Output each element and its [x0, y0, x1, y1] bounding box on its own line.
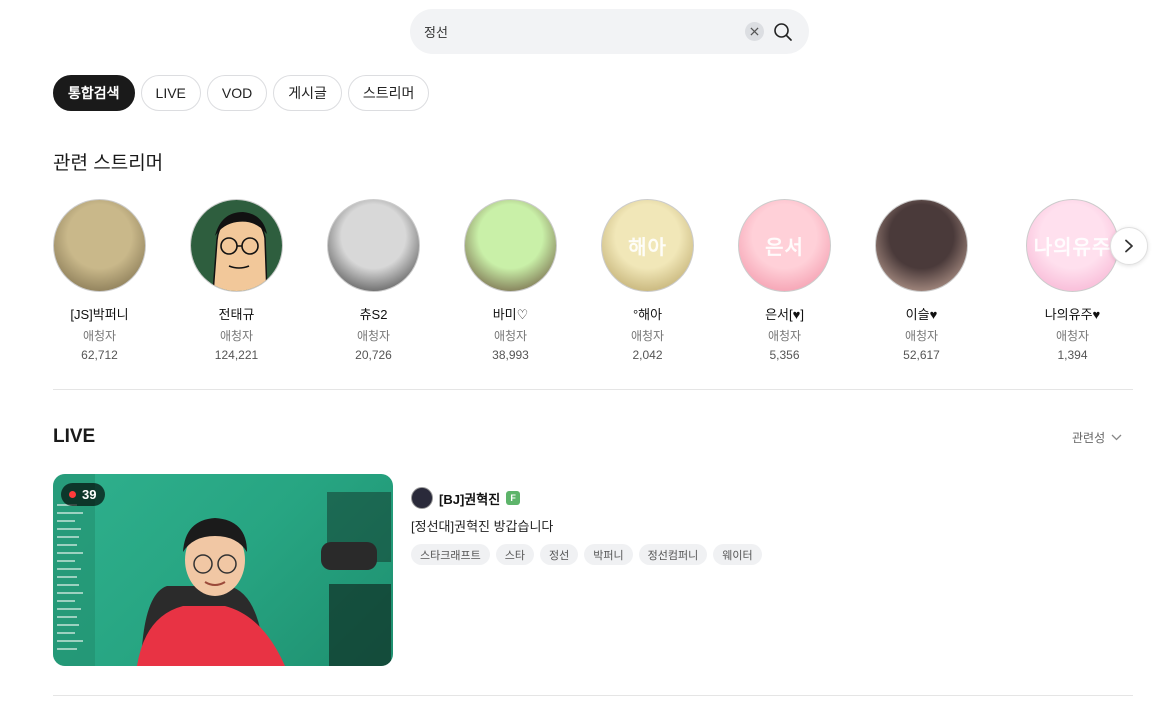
sort-label: 관련성 [1072, 431, 1106, 445]
streamer-card[interactable]: 바미♡ 애청자 38,993 [442, 199, 579, 362]
streamer-card[interactable]: 츄S2 애청자 20,726 [305, 199, 442, 362]
channel-avatar [411, 487, 433, 509]
search-bar [410, 9, 809, 54]
avatar: 은서 [738, 199, 831, 292]
streamer-fan-label: 애청자 [82, 329, 117, 343]
avatar [53, 199, 146, 292]
tab-vod[interactable]: VOD [206, 75, 268, 111]
streamer-card[interactable]: 이슬♥ 애청자 52,617 [853, 199, 990, 362]
tab-all[interactable]: 통합검색 [53, 75, 135, 111]
live-thumbnail[interactable]: 39 [53, 474, 393, 666]
streamer-card[interactable]: [JS]박퍼니 애청자 62,712 [53, 199, 168, 362]
search-input[interactable] [424, 9, 744, 54]
streamer-card[interactable]: 나의유주 나의유주♥ 애청자 1,394 [1004, 199, 1141, 362]
chevron-right-icon [1125, 239, 1133, 253]
fan-badge: F [506, 491, 521, 505]
tag[interactable]: 스타크래프트 [411, 544, 490, 565]
close-icon [750, 27, 759, 36]
avatar: 해아 [601, 199, 694, 292]
tag[interactable]: 웨이터 [713, 544, 762, 565]
channel-name: [BJ]권혁진 [439, 491, 501, 507]
avatar [464, 199, 557, 292]
tab-streamers[interactable]: 스트리머 [347, 75, 430, 111]
search-tabs: 통합검색 LIVE VOD 게시글 스트리머 [53, 75, 430, 111]
viewer-count-badge: 39 [61, 483, 106, 506]
live-section-title: LIVE [53, 426, 96, 447]
streamer-fan-count: 124,221 [214, 348, 259, 362]
channel-link[interactable]: [BJ]권혁진 F [411, 487, 521, 509]
sort-dropdown[interactable]: 관련성 [1072, 429, 1122, 446]
streamer-fan-label: 애청자 [219, 329, 254, 343]
carousel-next-button[interactable] [1110, 227, 1148, 265]
streamer-fan-label: 애청자 [493, 329, 528, 343]
streamer-name: 바미♡ [492, 307, 529, 322]
avatar [190, 199, 283, 292]
tag[interactable]: 정선컴퍼니 [638, 544, 708, 565]
streamer-name: 은서[♥] [765, 307, 804, 322]
streamer-fan-count: 38,993 [492, 348, 529, 362]
clear-search-button[interactable] [745, 22, 764, 41]
streamer-fan-count: 52,617 [903, 348, 940, 362]
streamer-fan-label: 애청자 [630, 329, 665, 343]
section-divider [53, 695, 1133, 696]
streamer-name: °해아 [632, 307, 663, 322]
streamer-name: 전태규 [218, 307, 255, 322]
streamer-fan-label: 애청자 [904, 329, 939, 343]
streamer-fan-count: 5,356 [769, 348, 800, 362]
streamer-card[interactable]: 은서 은서[♥] 애청자 5,356 [716, 199, 853, 362]
streamer-name: 나의유주♥ [1044, 307, 1101, 322]
broadcast-preview-image [53, 474, 391, 666]
streamer-fan-count: 2,042 [632, 348, 663, 362]
streamer-fan-count: 62,712 [81, 348, 118, 362]
avatar [327, 199, 420, 292]
tag[interactable]: 정선 [539, 544, 579, 565]
viewer-count: 39 [82, 487, 97, 502]
streamer-fan-label: 애청자 [1055, 329, 1090, 343]
streamer-fan-label: 애청자 [767, 329, 802, 343]
streamer-name: 이슬♥ [905, 307, 938, 322]
streamer-name: 츄S2 [359, 307, 388, 322]
stream-tags: 스타크래프트 스타 정선 박퍼니 정선컴퍼니 웨이터 [411, 544, 762, 565]
section-divider [53, 389, 1133, 390]
streamer-fan-count: 20,726 [355, 348, 392, 362]
related-streamers-title: 관련 스트리머 [53, 153, 164, 174]
live-dot-icon [69, 491, 76, 498]
chevron-down-icon [1111, 434, 1122, 441]
streamer-card[interactable]: 전태규 애청자 124,221 [168, 199, 305, 362]
avatar: 나의유주 [1026, 199, 1119, 292]
tag[interactable]: 스타 [495, 544, 534, 565]
tab-live[interactable]: LIVE [140, 75, 201, 111]
streamer-carousel: [JS]박퍼니 애청자 62,712 전태규 애청자 124,221 츄S2 애… [53, 199, 1143, 364]
search-button[interactable] [771, 20, 795, 44]
search-icon [774, 23, 792, 41]
avatar [875, 199, 968, 292]
tab-posts[interactable]: 게시글 [273, 75, 342, 111]
tag[interactable]: 박퍼니 [584, 544, 633, 565]
cartoon-face-icon [191, 200, 282, 291]
streamer-name: [JS]박퍼니 [70, 307, 129, 322]
streamer-card[interactable]: 해아 °해아 애청자 2,042 [579, 199, 716, 362]
stream-title[interactable]: [정선대]권혁진 방갑습니다 [411, 516, 553, 535]
streamer-fan-label: 애청자 [356, 329, 391, 343]
streamer-fan-count: 1,394 [1057, 348, 1088, 362]
